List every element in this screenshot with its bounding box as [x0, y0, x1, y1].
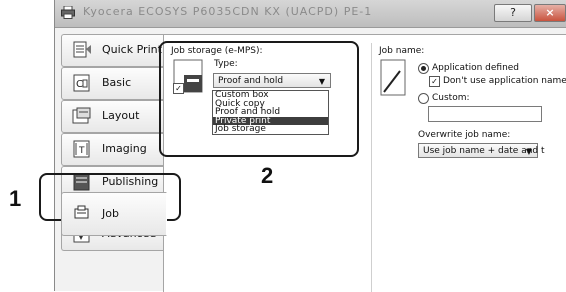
- printer-icon: [61, 6, 75, 19]
- overwrite-job-name-combobox[interactable]: Use job name + date and t ▼: [418, 143, 545, 158]
- basic-icon: C: [73, 74, 90, 92]
- tab-label: Quick Print: [102, 43, 162, 56]
- window-title: Kyocera ECOSYS P6035CDN KX (UACPD) PE-1: [83, 5, 373, 18]
- title-bar: Kyocera ECOSYS P6035CDN KX (UACPD) PE-1 …: [55, 0, 566, 28]
- tab-job[interactable]: Job: [61, 192, 167, 236]
- job-name-icon: [380, 59, 406, 96]
- custom-job-name-input[interactable]: [428, 106, 542, 122]
- imaging-icon: T: [73, 140, 90, 158]
- dont-use-app-name-checkbox[interactable]: ✓: [429, 76, 440, 87]
- radio-application-defined[interactable]: [418, 63, 429, 74]
- job-storage-callout-box: [159, 41, 359, 157]
- tab-label: Basic: [102, 76, 132, 89]
- section-divider: [371, 43, 372, 292]
- tab-label: Imaging: [102, 142, 147, 155]
- custom-label: Custom:: [432, 93, 470, 103]
- layout-icon: [72, 107, 91, 124]
- application-defined-label: Application defined: [432, 63, 520, 73]
- overwrite-job-name-label: Overwrite job name:: [418, 130, 511, 140]
- callout-2: 2: [261, 163, 274, 188]
- job-icon: [74, 205, 89, 219]
- chevron-down-icon: ▼: [525, 147, 532, 156]
- tab-imaging[interactable]: T Imaging: [61, 133, 166, 166]
- help-button[interactable]: ?: [494, 4, 532, 22]
- svg-text:T: T: [78, 146, 85, 156]
- tab-quick-print[interactable]: Quick Print: [61, 34, 166, 67]
- close-button[interactable]: ×: [534, 4, 566, 22]
- callout-1: 1: [9, 186, 22, 211]
- tab-layout[interactable]: Layout: [61, 100, 166, 133]
- quick-print-icon: [73, 41, 91, 58]
- dont-use-app-name-label: Don't use application name: [443, 76, 566, 86]
- job-name-heading: Job name:: [379, 46, 425, 56]
- tab-label: Job: [102, 207, 119, 220]
- print-dialog: Kyocera ECOSYS P6035CDN KX (UACPD) PE-1 …: [39, 0, 566, 292]
- tab-basic[interactable]: C Basic: [61, 67, 166, 100]
- svg-text:C: C: [76, 79, 83, 90]
- tab-label: Layout: [102, 109, 140, 122]
- radio-custom[interactable]: [418, 93, 429, 104]
